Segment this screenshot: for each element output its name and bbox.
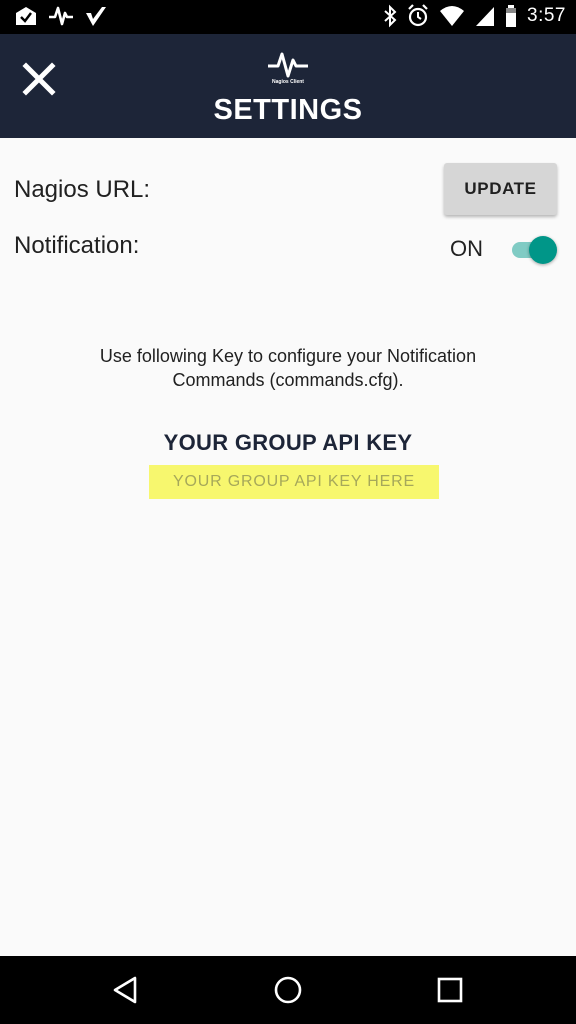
close-icon <box>22 62 56 96</box>
battery-icon <box>505 5 517 27</box>
update-button[interactable]: UPDATE <box>444 163 557 215</box>
bluetooth-icon <box>383 4 397 28</box>
status-bar: 3:57 <box>0 0 576 34</box>
inbox-check-icon <box>14 5 38 27</box>
notification-label: Notification: <box>14 232 140 259</box>
instructions-text: Use following Key to configure your Noti… <box>40 344 536 392</box>
alarm-icon <box>407 4 429 28</box>
status-bar-notifications <box>14 5 108 27</box>
notification-state-label: ON <box>450 236 483 261</box>
home-button[interactable] <box>272 974 304 1006</box>
api-key-heading: YOUR GROUP API KEY <box>163 430 413 455</box>
pulse-logo-icon <box>268 52 308 78</box>
api-key-value[interactable]: YOUR GROUP API KEY HERE <box>149 465 439 499</box>
wifi-icon <box>439 5 465 27</box>
logo-text: Nagios Client <box>272 79 304 85</box>
check-mark-icon <box>84 5 108 27</box>
home-circle-icon <box>274 976 302 1004</box>
instructions-line-1: Use following Key to configure your Noti… <box>99 346 477 366</box>
back-button[interactable] <box>110 974 142 1006</box>
status-time: 3:57 <box>527 5 566 26</box>
status-bar-system: 3:57 <box>383 4 566 28</box>
notification-toggle[interactable] <box>510 236 558 264</box>
toggle-thumb <box>529 236 557 264</box>
recents-square-icon <box>437 977 463 1003</box>
page-title: SETTINGS <box>213 94 363 126</box>
instructions-line-2: Commands (commands.cfg). <box>172 370 404 390</box>
app-logo: Nagios Client <box>266 48 310 88</box>
recents-button[interactable] <box>434 974 466 1006</box>
pulse-icon <box>48 5 74 27</box>
app-bar: Nagios Client SETTINGS <box>0 34 576 138</box>
nagios-url-label: Nagios URL: <box>14 176 151 203</box>
back-triangle-icon <box>113 976 137 1004</box>
navigation-bar <box>0 956 576 1024</box>
cell-signal-icon <box>475 5 495 27</box>
